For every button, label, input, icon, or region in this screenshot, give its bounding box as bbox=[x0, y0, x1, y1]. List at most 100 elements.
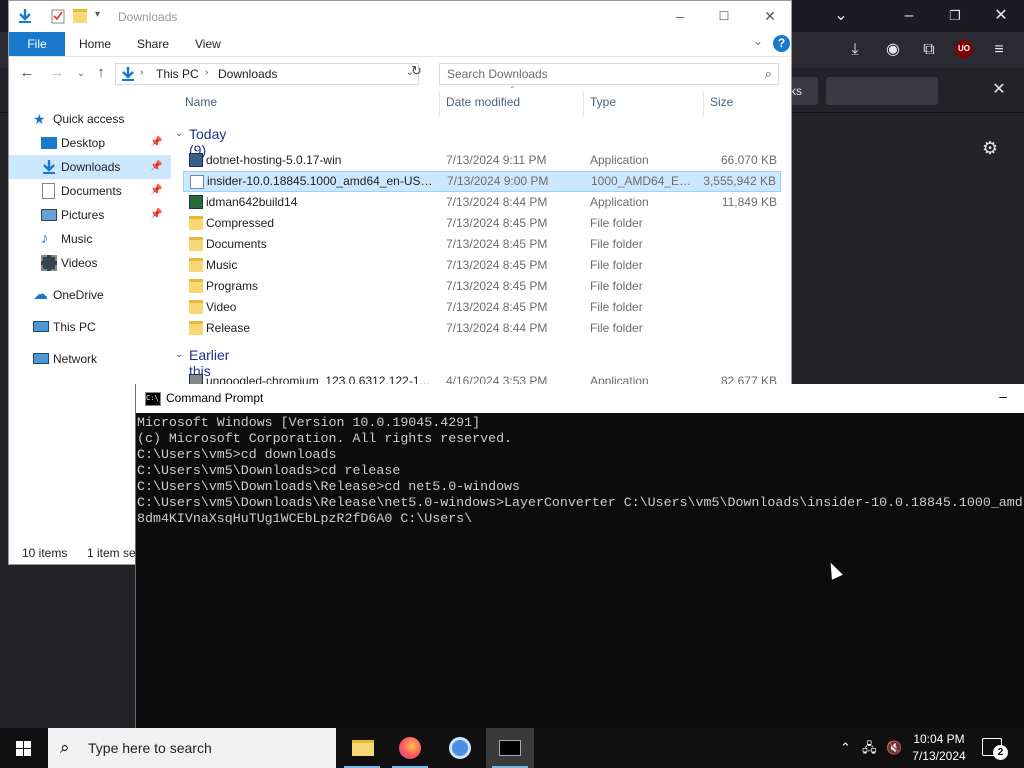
minimize-icon[interactable]: – bbox=[898, 6, 920, 26]
cmd-titlebar[interactable]: C:\_ Command Prompt – bbox=[136, 384, 1024, 413]
network-icon[interactable]: 🖧 bbox=[862, 728, 877, 768]
volume-muted-icon[interactable]: 🔇 bbox=[886, 728, 902, 768]
cmd-icon: C:\_ bbox=[145, 392, 163, 406]
music-icon: ♪ bbox=[41, 230, 49, 247]
expand-ribbon-icon[interactable]: ⌄ bbox=[753, 34, 763, 48]
taskbar-command-prompt[interactable] bbox=[486, 728, 534, 768]
refresh-icon[interactable]: ↻ bbox=[411, 63, 427, 79]
column-divider[interactable] bbox=[583, 91, 584, 117]
sidebar-item-label: Downloads bbox=[61, 160, 121, 174]
column-header-name[interactable]: Name bbox=[185, 95, 217, 113]
application-icon bbox=[189, 195, 203, 209]
search-input[interactable]: Search Downloads ⌕ bbox=[439, 63, 779, 85]
chevron-down-icon[interactable]: ⌄ bbox=[830, 6, 852, 26]
start-button[interactable] bbox=[0, 728, 48, 768]
file-type: File folder bbox=[590, 300, 643, 314]
notification-badge: 2 bbox=[993, 745, 1008, 760]
breadcrumb-downloads[interactable]: Downloads bbox=[218, 67, 277, 81]
customize-qat-icon[interactable]: ▾ bbox=[95, 9, 100, 20]
search-placeholder: Type here to search bbox=[88, 740, 212, 756]
recent-locations-icon[interactable]: ⌄ bbox=[71, 63, 91, 83]
sidebar-item-downloads[interactable]: Downloads 📌 bbox=[9, 155, 171, 179]
documents-icon bbox=[42, 183, 55, 199]
help-icon[interactable]: ? bbox=[773, 35, 790, 52]
sidebar-item-label: Desktop bbox=[61, 136, 106, 150]
sidebar-item-network[interactable]: Network bbox=[9, 347, 171, 371]
minimize-icon[interactable]: – bbox=[999, 388, 1007, 404]
file-size: 3,555,942 KB bbox=[703, 174, 776, 188]
ublock-icon[interactable]: UO bbox=[955, 40, 973, 58]
file-row[interactable]: dotnet-hosting-5.0.17-win 7/13/2024 9:11… bbox=[183, 150, 781, 171]
folder-icon bbox=[189, 321, 203, 335]
chevron-right-icon: › bbox=[205, 67, 209, 78]
taskbar-chromium[interactable] bbox=[436, 728, 484, 768]
folder-icon bbox=[189, 300, 203, 314]
forward-icon[interactable]: → bbox=[47, 63, 67, 83]
restore-icon[interactable]: ❐ bbox=[944, 6, 966, 26]
close-find-icon[interactable]: ✕ bbox=[988, 80, 1010, 100]
sidebar-item-onedrive[interactable]: ☁ OneDrive bbox=[9, 283, 171, 307]
gear-icon[interactable]: ⚙ bbox=[982, 138, 998, 159]
file-row[interactable]: Release 7/13/2024 8:44 PM File folder bbox=[183, 318, 781, 339]
console-output[interactable]: Microsoft Windows [Version 10.0.19045.42… bbox=[137, 415, 1024, 728]
chevron-up-icon[interactable]: ⌃ bbox=[840, 728, 851, 768]
download-icon[interactable]: ⤓ bbox=[844, 40, 866, 60]
breadcrumb-this-pc[interactable]: This PC bbox=[156, 67, 199, 81]
command-prompt-window[interactable]: C:\_ Command Prompt – Microsoft Windows … bbox=[135, 384, 1024, 728]
file-row[interactable]: Programs 7/13/2024 8:45 PM File folder bbox=[183, 276, 781, 297]
column-header-date[interactable]: Date modified bbox=[446, 95, 520, 113]
sidebar-item-this-pc[interactable]: This PC bbox=[9, 315, 171, 339]
file-row[interactable]: Video 7/13/2024 8:45 PM File folder bbox=[183, 297, 781, 318]
taskbar-firefox[interactable] bbox=[386, 728, 434, 768]
window-title: Command Prompt bbox=[166, 391, 264, 405]
close-icon[interactable]: ✕ bbox=[990, 6, 1012, 26]
sidebar-item-quick-access[interactable]: ★ Quick access bbox=[9, 107, 171, 131]
cloud-icon: ☁ bbox=[33, 286, 48, 303]
taskbar-clock[interactable]: 10:04 PM 7/13/2024 bbox=[908, 731, 970, 765]
tab-view[interactable]: View bbox=[195, 32, 221, 56]
selection-count: 1 item se bbox=[87, 546, 136, 560]
column-header-type[interactable]: Type bbox=[590, 95, 616, 113]
file-row[interactable]: insider-10.0.18845.1000_amd64_en-US_8d..… bbox=[183, 171, 781, 192]
column-divider[interactable] bbox=[703, 91, 704, 117]
address-bar[interactable]: › This PC › Downloads ⌄ bbox=[115, 63, 419, 85]
sidebar-item-desktop[interactable]: Desktop 📌 bbox=[9, 131, 171, 155]
notification-icon[interactable]: 2 bbox=[982, 738, 1008, 760]
close-icon[interactable]: ✕ bbox=[755, 5, 785, 27]
new-folder-icon[interactable] bbox=[73, 9, 87, 23]
file-row[interactable]: Music 7/13/2024 8:45 PM File folder bbox=[183, 255, 781, 276]
tab-file[interactable]: File bbox=[9, 32, 65, 56]
column-header-size[interactable]: Size bbox=[710, 95, 733, 113]
extensions-icon[interactable]: ⧉ bbox=[918, 40, 940, 60]
file-date: 7/13/2024 8:45 PM bbox=[446, 216, 548, 230]
pin-icon[interactable]: 📌 bbox=[150, 179, 162, 203]
pictures-icon bbox=[41, 209, 57, 221]
properties-icon[interactable] bbox=[50, 8, 66, 24]
file-type: File folder bbox=[590, 237, 643, 251]
account-icon[interactable]: ◉ bbox=[882, 40, 904, 60]
sidebar-item-documents[interactable]: Documents 📌 bbox=[9, 179, 171, 203]
pin-icon[interactable]: 📌 bbox=[150, 203, 162, 227]
pin-icon[interactable]: 📌 bbox=[150, 131, 162, 155]
taskbar-file-explorer[interactable] bbox=[338, 728, 386, 768]
sidebar-item-videos[interactable]: Videos bbox=[9, 251, 171, 275]
menu-icon[interactable]: ≡ bbox=[988, 40, 1010, 60]
file-name: Compressed bbox=[206, 216, 275, 230]
column-divider[interactable] bbox=[439, 91, 440, 117]
up-icon[interactable]: ↑ bbox=[91, 63, 111, 83]
back-icon[interactable]: ← bbox=[17, 63, 37, 83]
taskbar-search-input[interactable]: ⌕ Type here to search bbox=[48, 728, 336, 768]
file-row[interactable]: Compressed 7/13/2024 8:45 PM File folder bbox=[183, 213, 781, 234]
tab-share[interactable]: Share bbox=[137, 32, 169, 56]
sidebar-item-music[interactable]: ♪ Music bbox=[9, 227, 171, 251]
pin-icon[interactable]: 📌 bbox=[150, 155, 162, 179]
minimize-icon[interactable]: – bbox=[665, 5, 695, 27]
file-row[interactable]: Documents 7/13/2024 8:45 PM File folder bbox=[183, 234, 781, 255]
file-row[interactable]: idman642build14 7/13/2024 8:44 PM Applic… bbox=[183, 192, 781, 213]
sidebar-item-pictures[interactable]: Pictures 📌 bbox=[9, 203, 171, 227]
maximize-icon[interactable]: ☐ bbox=[709, 5, 739, 27]
windows-logo-icon bbox=[24, 741, 31, 748]
search-icon: ⌕ bbox=[764, 66, 772, 81]
tab-home[interactable]: Home bbox=[79, 32, 111, 56]
find-input[interactable] bbox=[826, 77, 938, 105]
